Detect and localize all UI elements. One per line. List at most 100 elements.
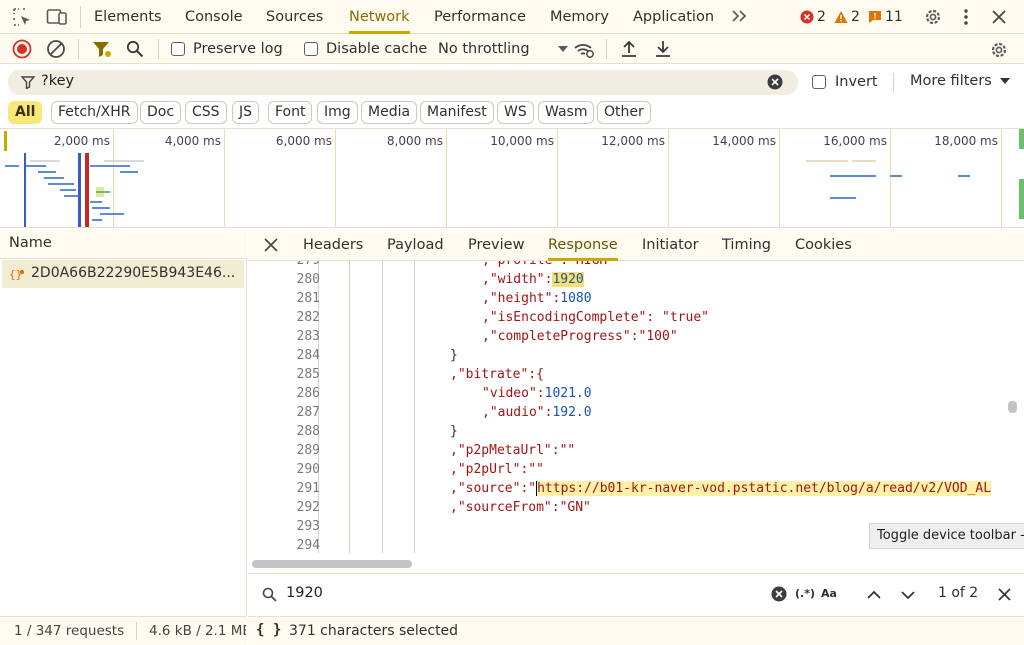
vertical-scrollbar-thumb[interactable] xyxy=(1008,401,1017,413)
inspect-element-icon[interactable] xyxy=(12,7,32,27)
gridline xyxy=(446,129,447,227)
issues-badge[interactable]: 11 xyxy=(868,8,903,26)
kebab-menu-icon[interactable] xyxy=(958,7,974,27)
next-match-icon[interactable] xyxy=(900,587,916,603)
type-ws[interactable]: WS xyxy=(497,101,534,124)
type-js[interactable]: JS xyxy=(232,101,260,124)
code-line: ,"width":1920 xyxy=(482,270,584,289)
tab-cookies[interactable]: Cookies xyxy=(795,229,852,261)
preserve-log-checkbox[interactable]: Preserve log xyxy=(171,41,283,57)
regex-toggle[interactable]: (.*) xyxy=(795,587,815,600)
code-line: ,"p2pMetaUrl":"" xyxy=(450,443,576,458)
export-har-icon[interactable] xyxy=(654,39,672,59)
clear-search-icon[interactable] xyxy=(771,586,787,602)
tab-headers[interactable]: Headers xyxy=(303,229,363,261)
type-other[interactable]: Other xyxy=(597,101,651,124)
match-case-toggle[interactable]: Aa xyxy=(821,587,837,600)
load-event-marker xyxy=(85,153,89,227)
device-toolbar-icon[interactable] xyxy=(46,7,68,27)
more-tabs-icon[interactable] xyxy=(730,8,748,24)
code-line: ,"height":1080 xyxy=(482,289,592,308)
tab-performance[interactable]: Performance xyxy=(434,0,526,34)
tab-application[interactable]: Application xyxy=(633,0,714,34)
pretty-print-button[interactable]: { } xyxy=(256,622,281,638)
chevron-down-icon xyxy=(557,46,568,52)
disable-cache-box[interactable] xyxy=(304,42,318,56)
type-wasm[interactable]: Wasm xyxy=(538,101,595,124)
line-number: 281 xyxy=(296,291,320,306)
filter-row: ?key Invert More filters xyxy=(0,65,1024,100)
more-filters-dropdown[interactable]: More filters xyxy=(910,73,1010,89)
name-column-header[interactable]: Name xyxy=(0,229,247,259)
close-search-icon[interactable] xyxy=(997,587,1012,602)
tab-memory[interactable]: Memory xyxy=(550,0,609,34)
line-number: 280 xyxy=(296,272,320,287)
gridline xyxy=(779,129,780,227)
tab-payload[interactable]: Payload xyxy=(387,229,444,261)
clear-filter-icon[interactable] xyxy=(767,74,783,90)
request-bar xyxy=(60,189,76,191)
request-detail-panel: Headers Payload Preview Response Initiat… xyxy=(248,229,1024,645)
code-line: ,"isEncodingComplete": "true" xyxy=(482,310,709,325)
disable-cache-checkbox[interactable]: Disable cache xyxy=(304,41,427,57)
response-code-viewer[interactable]: 279 280 281 282 283 284 285 286 287 288 … xyxy=(248,261,1024,553)
type-fetch-xhr[interactable]: Fetch/XHR xyxy=(51,101,138,124)
request-row[interactable]: {} 2D0A66B22290E5B943E46... xyxy=(2,260,244,288)
type-manifest[interactable]: Manifest xyxy=(420,101,494,124)
code-line: ,"profile":"HIGH" xyxy=(482,261,615,270)
separator xyxy=(80,6,81,28)
invert-checkbox[interactable]: Invert xyxy=(812,74,878,90)
type-doc[interactable]: Doc xyxy=(140,101,182,124)
overview-window-handle[interactable] xyxy=(4,131,7,151)
match-count: 1 of 2 xyxy=(938,585,979,601)
request-bar xyxy=(38,171,56,173)
tab-console[interactable]: Console xyxy=(185,0,243,34)
horizontal-scrollbar[interactable] xyxy=(248,553,1024,573)
request-bar xyxy=(96,191,110,193)
line-number: 292 xyxy=(296,500,320,515)
tab-sources[interactable]: Sources xyxy=(266,0,323,34)
code-value: 192.0 xyxy=(552,405,592,420)
clear-icon[interactable] xyxy=(46,39,66,59)
request-bar xyxy=(120,171,138,173)
network-overview-timeline[interactable]: 2,000 ms 4,000 ms 6,000 ms 8,000 ms 10,0… xyxy=(0,128,1024,228)
record-stop-icon[interactable] xyxy=(12,39,32,59)
tab-response[interactable]: Response xyxy=(548,229,618,261)
request-bar xyxy=(90,201,102,203)
settings-gear-icon[interactable] xyxy=(922,6,944,28)
preserve-log-box[interactable] xyxy=(171,42,185,56)
type-css[interactable]: CSS xyxy=(185,101,227,124)
horizontal-scrollbar-thumb[interactable] xyxy=(252,560,412,568)
type-font[interactable]: Font xyxy=(268,101,313,124)
close-devtools-icon[interactable] xyxy=(990,8,1008,26)
tab-initiator[interactable]: Initiator xyxy=(642,229,699,261)
gridline xyxy=(557,129,558,227)
search-icon[interactable] xyxy=(126,40,144,58)
import-har-icon[interactable] xyxy=(620,39,638,59)
network-settings-gear-icon[interactable] xyxy=(988,39,1010,61)
filter-input-box[interactable]: ?key xyxy=(8,70,798,95)
type-media[interactable]: Media xyxy=(361,101,418,124)
tab-timing[interactable]: Timing xyxy=(722,229,771,261)
filter-input[interactable]: ?key xyxy=(41,73,74,89)
separator xyxy=(78,39,79,59)
indent-guide xyxy=(349,261,350,553)
search-input[interactable]: 1920 xyxy=(286,585,323,601)
network-conditions-icon[interactable] xyxy=(573,41,595,59)
type-img[interactable]: Img xyxy=(317,101,358,124)
tab-elements[interactable]: Elements xyxy=(94,0,162,34)
previous-match-icon[interactable] xyxy=(866,587,882,603)
throttling-select[interactable]: No throttling xyxy=(438,41,568,57)
close-detail-icon[interactable] xyxy=(263,237,279,253)
response-status-bar: { } 371 characters selected xyxy=(248,616,1024,645)
line-number: 287 xyxy=(296,405,320,420)
type-all[interactable]: All xyxy=(8,101,43,124)
code-key: ,"audio": xyxy=(482,405,553,420)
tab-preview[interactable]: Preview xyxy=(468,229,524,261)
invert-box[interactable] xyxy=(812,75,826,89)
gridline xyxy=(668,129,669,227)
tab-network[interactable]: Network xyxy=(349,0,410,34)
filter-funnel-icon[interactable] xyxy=(92,40,112,58)
errors-badge[interactable]: 2 xyxy=(800,8,826,26)
warnings-badge[interactable]: 2 xyxy=(834,8,860,26)
